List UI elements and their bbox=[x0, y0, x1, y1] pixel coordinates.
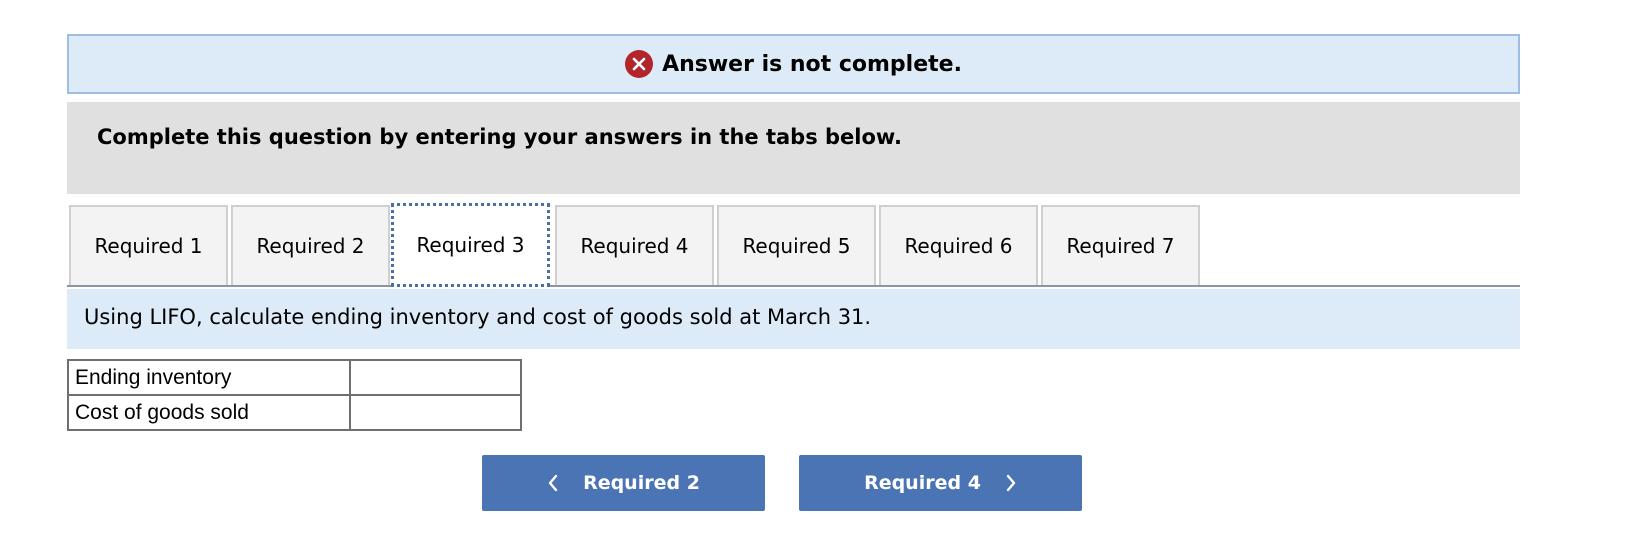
tab-required-7[interactable]: Required 7 bbox=[1041, 205, 1200, 285]
tab-required-3[interactable]: Required 3 bbox=[391, 203, 550, 287]
tab-required-1[interactable]: Required 1 bbox=[69, 205, 228, 285]
x-circle-icon bbox=[625, 50, 654, 78]
answer-table: Ending inventory Cost of goods sold bbox=[67, 359, 522, 431]
prev-button-label: Required 2 bbox=[583, 472, 700, 494]
chevron-right-icon bbox=[1005, 474, 1017, 492]
next-button-label: Required 4 bbox=[864, 472, 981, 494]
cost-of-goods-sold-input[interactable] bbox=[351, 396, 520, 429]
table-row: Cost of goods sold bbox=[67, 394, 522, 431]
tab-bar: Required 1 Required 2 Required 3 Require… bbox=[67, 203, 1520, 287]
cost-of-goods-sold-cell bbox=[349, 394, 522, 431]
tab-required-6[interactable]: Required 6 bbox=[879, 205, 1038, 285]
tab-required-5[interactable]: Required 5 bbox=[717, 205, 876, 285]
ending-inventory-cell bbox=[349, 359, 522, 396]
table-row: Ending inventory bbox=[67, 359, 522, 396]
chevron-left-icon bbox=[547, 474, 559, 492]
instruction-panel: Complete this question by entering your … bbox=[67, 102, 1520, 194]
status-message: Answer is not complete. bbox=[662, 51, 962, 77]
ending-inventory-input[interactable] bbox=[351, 361, 520, 394]
status-banner: Answer is not complete. bbox=[67, 34, 1520, 94]
prev-required-button[interactable]: Required 2 bbox=[482, 455, 765, 511]
row-label-ending-inventory: Ending inventory bbox=[67, 359, 351, 396]
tab-required-2[interactable]: Required 2 bbox=[231, 205, 390, 285]
tab-required-4[interactable]: Required 4 bbox=[555, 205, 714, 285]
instruction-text: Complete this question by entering your … bbox=[97, 125, 902, 149]
row-label-cost-of-goods-sold: Cost of goods sold bbox=[67, 394, 351, 431]
next-required-button[interactable]: Required 4 bbox=[799, 455, 1082, 511]
question-prompt: Using LIFO, calculate ending inventory a… bbox=[67, 289, 1520, 349]
